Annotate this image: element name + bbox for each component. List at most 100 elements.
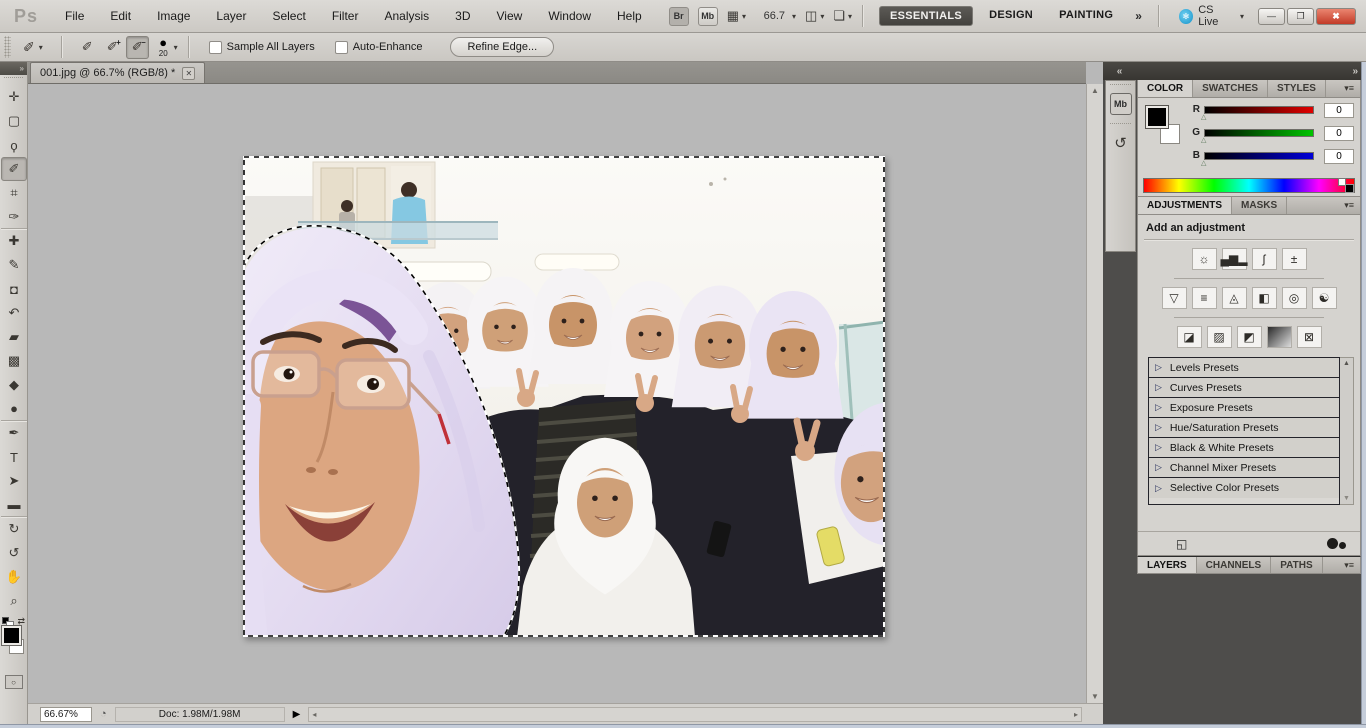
channel-value-field[interactable]: 0 bbox=[1324, 126, 1354, 141]
menu-item[interactable]: Window bbox=[535, 0, 604, 33]
curves-icon[interactable]: ʃ bbox=[1252, 248, 1277, 270]
slider-marker-icon[interactable]: △ bbox=[1201, 113, 1206, 121]
canvas-viewport[interactable] bbox=[28, 84, 1086, 703]
new-selection-mode[interactable]: ✐ bbox=[76, 36, 99, 59]
tab-layers[interactable]: LAYERS bbox=[1138, 557, 1197, 573]
tab-masks[interactable]: MASKS bbox=[1232, 197, 1287, 214]
vertical-scrollbar[interactable]: ▲ ▼ bbox=[1086, 84, 1103, 703]
preset-row[interactable]: ▷ Selective Color Presets bbox=[1149, 478, 1339, 498]
launch-mini-bridge-button[interactable]: Mb bbox=[698, 7, 718, 26]
cs-live-button[interactable]: ✻ CS Live ▾ bbox=[1179, 4, 1244, 28]
3d-rotate-tool[interactable]: ↻ bbox=[1, 517, 27, 541]
tab-color[interactable]: COLOR bbox=[1138, 80, 1193, 97]
channel-slider[interactable] bbox=[1204, 152, 1314, 160]
scroll-up-icon[interactable]: ▲ bbox=[1091, 86, 1099, 95]
panel-menu-icon[interactable]: ▾≡ bbox=[1344, 80, 1360, 97]
zoom-tool[interactable]: ⌕ bbox=[1, 589, 27, 613]
preset-row[interactable]: ▷ Levels Presets bbox=[1149, 358, 1339, 378]
expand-triangle-icon[interactable]: ▷ bbox=[1155, 462, 1162, 473]
shape-tool[interactable]: ▬ bbox=[1, 493, 27, 517]
menu-item[interactable]: File bbox=[52, 0, 97, 33]
channel-value-field[interactable]: 0 bbox=[1324, 149, 1354, 164]
scroll-right-icon[interactable]: ▸ bbox=[1074, 710, 1078, 719]
status-flyout-icon[interactable]: ▶ bbox=[293, 709, 301, 720]
menu-item[interactable]: Help bbox=[604, 0, 655, 33]
eraser-tool[interactable]: ▰ bbox=[1, 325, 27, 349]
preset-row[interactable]: ▷ Hue/Saturation Presets bbox=[1149, 418, 1339, 438]
spot-healing-tool[interactable]: ✚ bbox=[1, 229, 27, 253]
dodge-tool[interactable]: ● bbox=[1, 397, 27, 421]
foreground-color-swatch[interactable] bbox=[2, 626, 21, 645]
vibrance-icon[interactable]: ▽ bbox=[1162, 287, 1187, 309]
default-colors-icon[interactable] bbox=[2, 617, 9, 624]
levels-icon[interactable]: ▄▆▂ bbox=[1222, 248, 1247, 270]
exposure-icon[interactable]: ± bbox=[1282, 248, 1307, 270]
photo-filter-icon[interactable]: ◎ bbox=[1282, 287, 1307, 309]
zoom-level-control[interactable]: 66.7 ▾ bbox=[755, 8, 796, 24]
channel-slider[interactable] bbox=[1204, 129, 1314, 137]
tab-styles[interactable]: STYLES bbox=[1268, 80, 1326, 97]
menu-item[interactable]: Select bbox=[259, 0, 318, 33]
open-image-canvas[interactable] bbox=[243, 156, 885, 637]
clone-stamp-tool[interactable]: ◘ bbox=[1, 277, 27, 301]
color-balance-icon[interactable]: ◬ bbox=[1222, 287, 1247, 309]
history-brush-tool[interactable]: ↶ bbox=[1, 301, 27, 325]
panel-menu-icon[interactable]: ▾≡ bbox=[1344, 197, 1360, 214]
quick-selection-tool[interactable]: ✐ bbox=[1, 157, 27, 181]
tab-channels[interactable]: CHANNELS bbox=[1197, 557, 1272, 573]
brightness-contrast-icon[interactable]: ☼ bbox=[1192, 248, 1217, 270]
3d-orbit-tool[interactable]: ↺ bbox=[1, 541, 27, 565]
refine-edge-button[interactable]: Refine Edge... bbox=[450, 37, 554, 57]
channel-mixer-icon[interactable]: ☯ bbox=[1312, 287, 1337, 309]
foreground-color-well[interactable] bbox=[1146, 106, 1168, 128]
expand-triangle-icon[interactable]: ▷ bbox=[1155, 362, 1162, 373]
selective-color-icon[interactable]: ⊠ bbox=[1297, 326, 1322, 348]
menu-item[interactable]: View bbox=[484, 0, 536, 33]
workspace-design[interactable]: DESIGN bbox=[979, 6, 1043, 26]
black-white-icon[interactable]: ◧ bbox=[1252, 287, 1277, 309]
preset-row[interactable]: ▷ Curves Presets bbox=[1149, 378, 1339, 398]
auto-enhance-checkbox[interactable]: Auto-Enhance bbox=[335, 41, 423, 54]
expand-triangle-icon[interactable]: ▷ bbox=[1155, 422, 1162, 433]
brush-tool[interactable]: ✎ bbox=[1, 253, 27, 277]
slider-marker-icon[interactable]: △ bbox=[1201, 136, 1206, 144]
tab-swatches[interactable]: SWATCHES bbox=[1193, 80, 1268, 97]
workspace-overflow-button[interactable]: » bbox=[1129, 9, 1148, 23]
close-button[interactable]: ✖ bbox=[1316, 8, 1356, 25]
document-tab-close-icon[interactable]: ✕ bbox=[182, 67, 195, 80]
zoom-level-value[interactable]: 66.7 bbox=[755, 8, 789, 24]
lasso-tool[interactable]: ϙ bbox=[1, 133, 27, 157]
tab-paths[interactable]: PATHS bbox=[1271, 557, 1322, 573]
scroll-left-icon[interactable]: ◂ bbox=[312, 710, 316, 719]
marquee-tool[interactable]: ▢ bbox=[1, 109, 27, 133]
hue-saturation-icon[interactable]: ≡ bbox=[1192, 287, 1217, 309]
panel-menu-icon[interactable]: ▾≡ bbox=[1344, 557, 1360, 573]
launch-bridge-button[interactable]: Br bbox=[669, 7, 689, 26]
status-zoom-field[interactable]: 66.67% bbox=[40, 707, 92, 722]
menu-item[interactable]: Filter bbox=[319, 0, 372, 33]
eyedropper-tool[interactable]: ✑ bbox=[1, 205, 27, 229]
expand-triangle-icon[interactable]: ▷ bbox=[1155, 442, 1162, 453]
menu-item[interactable]: 3D bbox=[442, 0, 483, 33]
channel-value-field[interactable]: 0 bbox=[1324, 103, 1354, 118]
slider-marker-icon[interactable]: △ bbox=[1201, 159, 1206, 167]
scroll-down-icon[interactable]: ▼ bbox=[1343, 495, 1350, 502]
horizontal-scrollbar[interactable]: ◂ ▸ bbox=[308, 707, 1082, 722]
arrange-documents-button[interactable]: ◫ ▾ bbox=[805, 8, 824, 24]
restore-button[interactable]: ❐ bbox=[1287, 8, 1314, 25]
scroll-down-icon[interactable]: ▼ bbox=[1091, 692, 1099, 701]
tools-panel-collapse[interactable]: » bbox=[0, 62, 27, 75]
gradient-tool[interactable]: ▩ bbox=[1, 349, 27, 373]
scroll-up-icon[interactable]: ▲ bbox=[1343, 360, 1350, 367]
hand-tool[interactable]: ✋ bbox=[1, 565, 27, 589]
tab-adjustments[interactable]: ADJUSTMENTS bbox=[1138, 197, 1232, 214]
minimize-button[interactable]: — bbox=[1258, 8, 1285, 25]
view-extras-button[interactable]: ▦ ▾ bbox=[727, 8, 746, 24]
threshold-icon[interactable]: ◩ bbox=[1237, 326, 1262, 348]
menu-item[interactable]: Edit bbox=[97, 0, 144, 33]
menu-item[interactable]: Image bbox=[144, 0, 203, 33]
black-swatch[interactable] bbox=[1345, 184, 1354, 193]
brush-size-picker[interactable]: ● 20 bbox=[159, 36, 168, 58]
channel-slider[interactable] bbox=[1204, 106, 1314, 114]
type-tool[interactable]: T bbox=[1, 445, 27, 469]
